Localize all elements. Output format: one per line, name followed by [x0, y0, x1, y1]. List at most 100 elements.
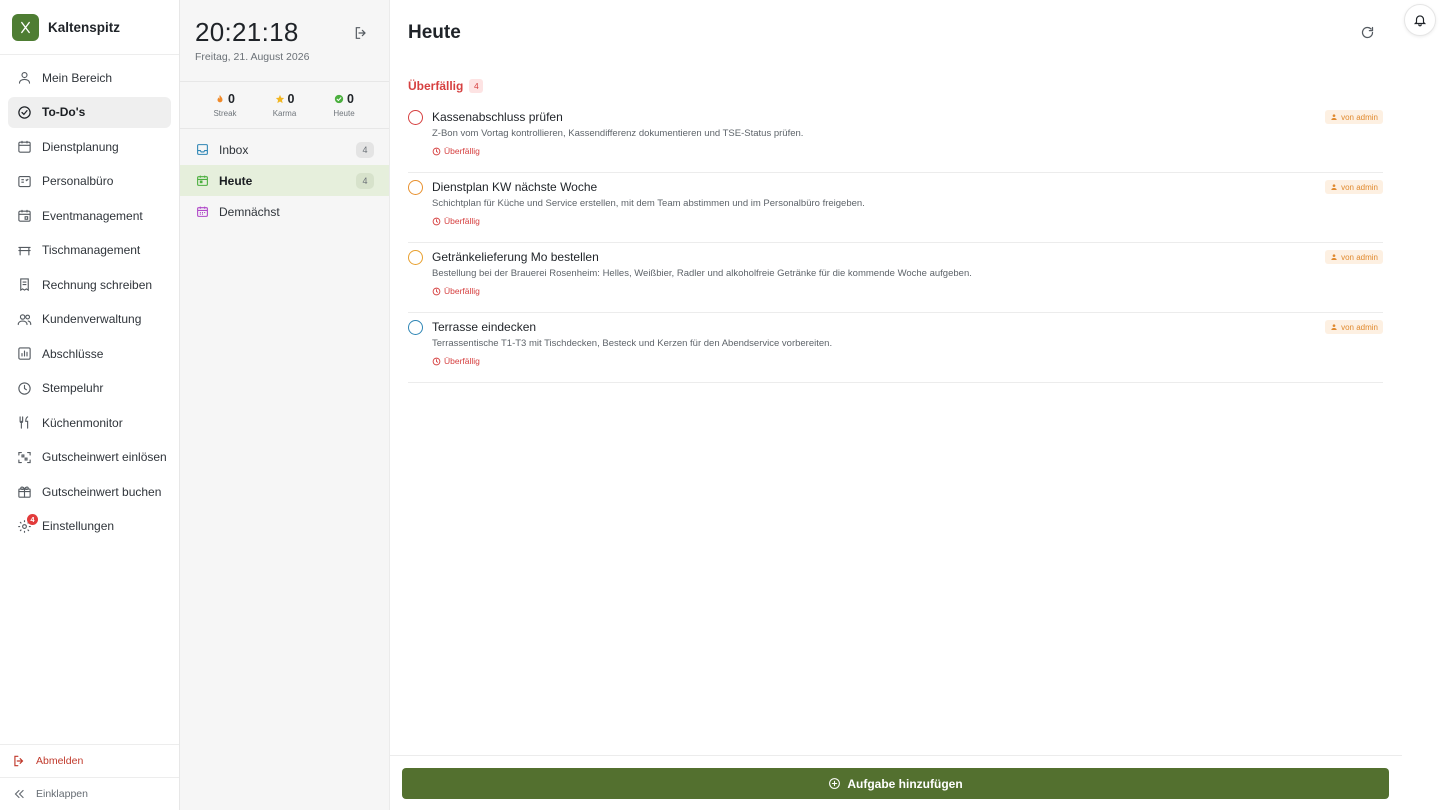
calendar-today-icon	[197, 175, 208, 186]
sidebar-item-label: Mein Bereich	[42, 70, 113, 85]
task-assignee-tag: von admin	[1325, 250, 1383, 264]
section-count-badge: 4	[469, 79, 484, 93]
task-assignee-tag: von admin	[1325, 110, 1383, 124]
chevrons-left-icon	[14, 789, 24, 799]
sidebar-item-tischmanagement[interactable]: Tischmanagement	[8, 235, 171, 266]
sidebar-footer: Abmelden Einklappen	[0, 744, 179, 810]
stat-value: 0	[347, 92, 354, 106]
table-icon	[18, 246, 31, 255]
notification-badge: 4	[27, 513, 38, 525]
sidebar-item-rechnung-schreiben[interactable]: Rechnung schreiben	[8, 269, 171, 300]
sidebar-item-label: To-Do's	[42, 105, 86, 119]
sidebar-item-label: Gutscheinwert buchen	[42, 484, 162, 499]
clock-icon	[432, 217, 441, 225]
task-complete-checkbox[interactable]	[408, 110, 423, 125]
task-due-label: Überfällig	[444, 356, 480, 366]
task-row[interactable]: Getränkelieferung Mo bestellen Bestellun…	[408, 243, 1383, 313]
collapse-sidebar-button[interactable]: Einklappen	[0, 777, 179, 810]
task-due: Überfällig	[432, 146, 480, 156]
sidebar-item-label: Einstellungen	[42, 519, 115, 533]
list-item-count: 4	[356, 172, 374, 189]
stat-value: 0	[228, 92, 235, 106]
list-item-heute[interactable]: Heute 4	[180, 165, 389, 196]
task-description: Schichtplan für Küche und Service erstel…	[432, 198, 865, 209]
sidebar-item-label: Personalbüro	[42, 174, 114, 188]
sidebar-item-label: Tischmanagement	[42, 243, 141, 257]
flame-icon	[217, 94, 223, 103]
task-complete-checkbox[interactable]	[408, 180, 423, 195]
task-due: Überfällig	[432, 216, 480, 226]
exit-icon[interactable]	[353, 25, 369, 41]
sidebar-item-label: Dienstplanung	[42, 139, 119, 154]
list-item-demnaechst[interactable]: Demnächst	[180, 196, 389, 227]
task-row[interactable]: Terrasse eindecken Terrassentische T1-T3…	[408, 313, 1383, 383]
stat-label: Heute	[333, 109, 355, 118]
add-task-label: Aufgabe hinzufügen	[847, 776, 963, 791]
clock-widget: 20:21:18 Freitag, 21. August 2026	[180, 0, 389, 82]
user-icon	[1331, 254, 1337, 260]
user-icon	[1331, 324, 1337, 330]
list-item-count: 4	[356, 141, 374, 158]
sidebar-item-label: Stempeluhr	[42, 381, 104, 395]
id-card-icon	[18, 175, 31, 187]
scan-icon	[18, 451, 31, 463]
sidebar-item-label: Kundenverwaltung	[42, 312, 142, 326]
task-description: Z-Bon vom Vortag kontrollieren, Kassendi…	[432, 128, 804, 139]
section-title: Überfällig	[408, 79, 464, 93]
task-tag-label: von admin	[1341, 322, 1378, 332]
brand-logo-icon	[12, 13, 39, 41]
task-title: Terrasse eindecken	[432, 320, 537, 334]
sidebar-item-label: Eventmanagement	[42, 208, 143, 223]
sidebar-item-einstellungen[interactable]: 4 Einstellungen	[8, 511, 171, 542]
task-title: Getränkelieferung Mo bestellen	[432, 250, 599, 264]
sidebar-item-gutscheinwert-buchen[interactable]: Gutscheinwert buchen	[8, 476, 171, 507]
task-tag-label: von admin	[1341, 182, 1378, 192]
sidebar-item-stempeluhr[interactable]: Stempeluhr	[8, 373, 171, 404]
sidebar-item-eventmanagement[interactable]: Eventmanagement	[8, 200, 171, 231]
list-item-label: Heute	[219, 173, 253, 188]
user-icon	[18, 71, 31, 84]
sidebar-item-mein-bereich[interactable]: Mein Bereich	[8, 62, 171, 93]
todo-list-nav: Inbox 4 Heute 4 Demnächst	[180, 129, 389, 227]
main-sidebar: Kaltenspitz Mein Bereich To-Do's Dienstp…	[0, 0, 180, 810]
brand-header[interactable]: Kaltenspitz	[0, 0, 179, 55]
star-icon	[275, 94, 284, 104]
clock-icon	[432, 357, 441, 365]
add-task-button[interactable]: Aufgabe hinzufügen	[402, 768, 1389, 799]
clock-date: Freitag, 21. August 2026	[195, 51, 310, 63]
list-item-inbox[interactable]: Inbox 4	[180, 134, 389, 165]
stat-karma: 0 Karma	[264, 92, 306, 128]
stat-heute: 0 Heute	[323, 92, 365, 128]
sidebar-item-abschluesse[interactable]: Abschlüsse	[8, 338, 171, 369]
task-list: Kassenabschluss prüfen Z-Bon vom Vortag …	[408, 103, 1383, 383]
refresh-icon[interactable]	[1360, 25, 1375, 40]
task-complete-checkbox[interactable]	[408, 320, 423, 335]
sidebar-item-gutscheinwert-einloesen[interactable]: Gutscheinwert einlösen	[8, 442, 171, 473]
bar-chart-icon	[18, 347, 31, 360]
list-item-label: Demnächst	[219, 204, 280, 219]
sidebar-item-dienstplanung[interactable]: Dienstplanung	[8, 131, 171, 162]
task-due-label: Überfällig	[444, 146, 480, 156]
task-row[interactable]: Kassenabschluss prüfen Z-Bon vom Vortag …	[408, 103, 1383, 173]
stat-label: Streak	[213, 109, 237, 118]
sidebar-nav: Mein Bereich To-Do's Dienstplanung Perso…	[8, 62, 171, 545]
sidebar-item-todos[interactable]: To-Do's	[8, 96, 171, 128]
page-title: Heute	[408, 22, 461, 43]
sidebar-item-kuechenmonitor[interactable]: Küchenmonitor	[8, 407, 171, 438]
user-icon	[1331, 114, 1337, 120]
calendar-icon	[18, 140, 31, 153]
notifications-button[interactable]	[1404, 4, 1436, 36]
logout-button[interactable]: Abmelden	[0, 744, 179, 777]
task-due-label: Überfällig	[444, 286, 480, 296]
sidebar-item-kundenverwaltung[interactable]: Kundenverwaltung	[8, 304, 171, 335]
stats-row: 0 Streak 0 Karma 0 Heute	[180, 82, 389, 129]
gift-icon	[18, 486, 31, 498]
task-row[interactable]: Dienstplan KW nächste Woche Schichtplan …	[408, 173, 1383, 243]
sidebar-item-personalbuero[interactable]: Personalbüro	[8, 166, 171, 197]
right-toolbar	[1402, 0, 1440, 810]
overdue-section-header[interactable]: Überfällig 4	[408, 79, 484, 93]
task-complete-checkbox[interactable]	[408, 250, 423, 265]
todo-lists-panel: 20:21:18 Freitag, 21. August 2026 0 Stre…	[180, 0, 390, 810]
users-icon	[17, 313, 32, 325]
stat-value: 0	[287, 92, 295, 106]
